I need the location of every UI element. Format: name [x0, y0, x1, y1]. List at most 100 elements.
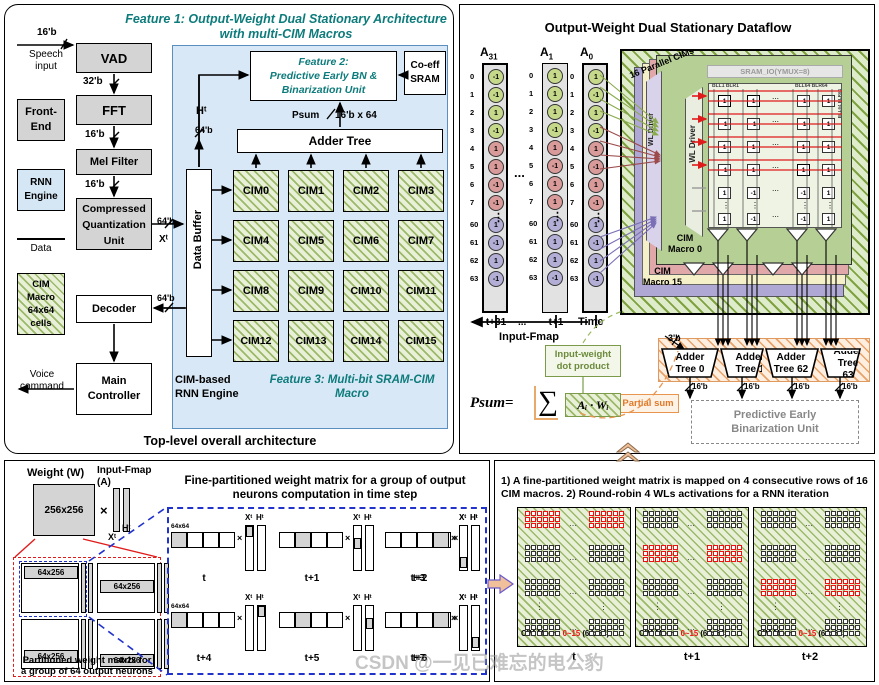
- block-fft[interactable]: FFT: [76, 95, 152, 125]
- fmap-bit: 1: [488, 159, 504, 175]
- xt-label-t5: Xᵗ: [353, 593, 361, 602]
- block-main-controller[interactable]: Main Controller: [76, 363, 152, 415]
- cim-cell-inactive: [555, 579, 560, 584]
- cim-cell-inactive: [849, 631, 854, 636]
- cim-macro-3[interactable]: CIM3: [398, 170, 444, 212]
- block-vad[interactable]: VAD: [76, 43, 152, 73]
- fmap-index: 62: [529, 255, 538, 264]
- cim-macro-0[interactable]: CIM0: [233, 170, 279, 212]
- cim-cell-active: [849, 579, 854, 584]
- cim-cell-inactive: [737, 631, 742, 636]
- cell-row-ellipsis: ⋯: [772, 96, 779, 103]
- block-mel-filter[interactable]: Mel Filter: [76, 149, 152, 175]
- cim-cell-inactive: [707, 511, 712, 516]
- cim-cell-inactive: [613, 579, 618, 584]
- weight-slot: [311, 612, 327, 628]
- cim-cell-active: [543, 517, 548, 522]
- fmap-index: 7: [570, 198, 575, 207]
- cim-macro-10[interactable]: CIM10: [343, 270, 389, 312]
- cim-cell-inactive: [719, 517, 724, 522]
- cim-cell-inactive: [731, 631, 736, 636]
- cim-cell-inactive: [601, 579, 606, 584]
- cim-cell-inactive: [737, 511, 742, 516]
- cim-cell-inactive: [543, 545, 548, 550]
- cim-macro-8[interactable]: CIM8: [233, 270, 279, 312]
- legend-data-line: [17, 238, 65, 240]
- cim-cell-inactive: [655, 625, 660, 630]
- cim-macro-5[interactable]: CIM5: [288, 220, 334, 262]
- vectors-ellipsis: ...: [514, 165, 525, 180]
- weight-slot: [187, 532, 203, 548]
- block-data-buffer[interactable]: Data Buffer: [186, 169, 212, 357]
- top-level-caption: Top-level overall architecture: [143, 434, 317, 448]
- cim-cell-inactive: [595, 579, 600, 584]
- cim-cell-active: [613, 523, 618, 528]
- cim-macro-14[interactable]: CIM14: [343, 320, 389, 362]
- fine-title-line1: Fine-partitioned weight matrix for a gro…: [184, 475, 466, 487]
- cim-cell-inactive: [791, 511, 796, 516]
- cim-cell-inactive: [525, 551, 530, 556]
- cim-macro-11[interactable]: CIM11: [398, 270, 444, 312]
- cim-cell-inactive: [779, 551, 784, 556]
- cim-cell-inactive: [531, 585, 536, 590]
- weight-slot: [311, 532, 327, 548]
- cim-macro-15-line2: Macro 15: [643, 277, 683, 287]
- cim-macro-7[interactable]: CIM7: [398, 220, 444, 262]
- weight-slot: [327, 532, 343, 548]
- cim-cell-inactive: [655, 585, 660, 590]
- cim-macro-6[interactable]: CIM6: [343, 220, 389, 262]
- fine-partition-title: Fine-partitioned weight matrix for a gro…: [165, 473, 485, 503]
- voice-line1: Voice: [29, 369, 55, 380]
- cim-cell-active: [779, 585, 784, 590]
- cim-cell: 1: [718, 95, 731, 107]
- cim-cell-inactive: [767, 557, 772, 562]
- cim-rnn-engine-label: CIM-based RNN Engine: [175, 373, 255, 401]
- block-coeff-sram[interactable]: Co-eff SRAM: [404, 51, 446, 95]
- cim-macro-1[interactable]: CIM1: [288, 170, 334, 212]
- cim-cell-inactive: [785, 511, 790, 516]
- cim-cell-inactive: [825, 625, 830, 630]
- xt-label-t7: Xᵗ: [459, 593, 467, 602]
- cim-cell-vdots: ⋮: [599, 601, 608, 611]
- cim-cell-inactive: [725, 579, 730, 584]
- cim-cell-active: [773, 585, 778, 590]
- cim-cell-active: [655, 545, 660, 550]
- cim-cell-inactive: [713, 631, 718, 636]
- fmap-index: 61: [570, 238, 579, 247]
- feature2-box[interactable]: Feature 2: Predictive Early BN & Binariz…: [250, 51, 397, 101]
- cim-macro-12[interactable]: CIM12: [233, 320, 279, 362]
- cim-cell-vdots: ⋮: [535, 601, 544, 611]
- block-adder-tree[interactable]: Adder Tree: [237, 129, 443, 153]
- cim-macro-4[interactable]: CIM4: [233, 220, 279, 262]
- cim-macro-15[interactable]: CIM15: [398, 320, 444, 362]
- cim-cell-inactive: [779, 545, 784, 550]
- fmap-bit: 1: [588, 177, 604, 193]
- cim-cell-active: [589, 511, 594, 516]
- fmap-bit: 1: [547, 86, 563, 102]
- adder-tree-63-label: Adder Tree 63: [833, 351, 860, 377]
- cim-cell-inactive: [849, 551, 854, 556]
- label-xt-bits: 64'b: [157, 216, 175, 226]
- cim-macro-9[interactable]: CIM9: [288, 270, 334, 312]
- block-compressed-quantization-unit[interactable]: Compressed Quantization Unit: [76, 198, 152, 250]
- cim-cell-active: [555, 517, 560, 522]
- fmap-vdots: ⋮: [593, 212, 604, 224]
- wl-driver-15: [646, 71, 662, 251]
- cim-cell-inactive: [655, 511, 660, 516]
- block-decoder[interactable]: Decoder: [76, 295, 152, 323]
- cim-cell-inactive: [855, 545, 860, 550]
- partition-bar-tl-1: [81, 563, 86, 613]
- weight-matrix-256[interactable]: 256x256: [33, 484, 95, 536]
- cim-cell-inactive: [707, 517, 712, 522]
- cim-cell-inactive: [767, 551, 772, 556]
- weight-slot-active: [433, 612, 449, 628]
- sram-io-bar: SRAM_IO(YMUX=8): [707, 65, 843, 78]
- cim-cell-active: [791, 585, 796, 590]
- cim-macro-2[interactable]: CIM2: [343, 170, 389, 212]
- cim-cell-inactive: [619, 625, 624, 630]
- fmap-index: 0: [570, 72, 575, 81]
- cim-cell-inactive: [719, 619, 724, 624]
- cim-cell-active: [643, 545, 648, 550]
- cim-cell-inactive: [673, 511, 678, 516]
- cim-macro-13[interactable]: CIM13: [288, 320, 334, 362]
